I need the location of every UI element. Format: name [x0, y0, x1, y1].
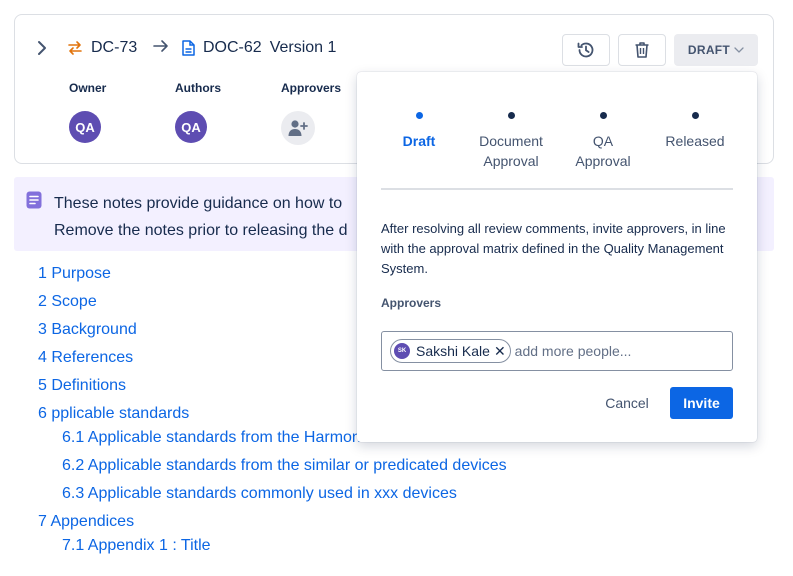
swap-icon — [67, 40, 83, 56]
chip-name: Sakshi Kale — [416, 343, 490, 359]
change-request-link[interactable]: DC-73 — [67, 39, 137, 57]
step-draft[interactable]: Draft — [373, 112, 465, 151]
history-button[interactable] — [562, 34, 610, 66]
add-approver-button[interactable] — [281, 111, 315, 145]
author-avatar[interactable]: QA — [175, 111, 207, 143]
step-dot — [599, 112, 607, 119]
toc-link-common-standards[interactable]: 6.3 Applicable standards commonly used i… — [62, 485, 457, 503]
steps-divider — [381, 188, 733, 190]
toc-link-predicated-devices[interactable]: 6.2 Applicable standards from the simila… — [62, 457, 507, 475]
document-link[interactable]: DOC-62 Version 1 — [181, 39, 336, 57]
step-dot — [415, 112, 423, 119]
cancel-button[interactable]: Cancel — [593, 387, 661, 419]
note-line-2: Remove the notes prior to releasing the … — [54, 222, 348, 239]
document-icon — [181, 40, 195, 56]
approvers-picker[interactable]: SK Sakshi Kale ✕ — [381, 331, 733, 371]
toc-link-background[interactable]: 3 Background — [38, 321, 137, 339]
toc-link-applicable-standards[interactable]: 6 pplicable standards — [38, 405, 189, 423]
chevron-down-icon — [734, 47, 744, 53]
toc-link-scope[interactable]: 2 Scope — [38, 293, 97, 311]
close-icon[interactable]: ✕ — [494, 344, 506, 358]
history-icon — [577, 42, 594, 58]
step-qa-approval[interactable]: QA Approval — [557, 112, 649, 171]
toc-link-appendix-1[interactable]: 7.1 Appendix 1 : Title — [62, 537, 211, 555]
add-person-icon — [288, 120, 308, 136]
owner-label: Owner — [69, 81, 107, 95]
step-label: Draft — [402, 133, 436, 149]
invite-instructions: After resolving all review comments, inv… — [381, 221, 726, 276]
expand-toggle-button[interactable] — [35, 39, 49, 57]
step-dot — [691, 112, 699, 119]
chip-avatar: SK — [394, 343, 410, 359]
note-text: These notes provide guidance on how to R… — [54, 190, 348, 244]
approvers-label: Approvers — [281, 81, 342, 95]
toc-link-definitions[interactable]: 5 Definitions — [38, 377, 126, 395]
document-id: DOC-62 — [203, 39, 262, 56]
authors-label: Authors — [175, 81, 221, 95]
status-label: DRAFT — [687, 43, 731, 57]
step-released[interactable]: Released — [649, 112, 741, 151]
toc-link-purpose[interactable]: 1 Purpose — [38, 265, 111, 283]
toc-link-appendices[interactable]: 7 Appendices — [38, 513, 134, 531]
toc-link-references[interactable]: 4 References — [38, 349, 133, 367]
invite-button[interactable]: Invite — [670, 387, 733, 419]
status-dropdown[interactable]: DRAFT — [674, 34, 758, 66]
arrow-right-icon — [153, 39, 169, 53]
step-document-approval[interactable]: Document Approval — [465, 112, 557, 171]
add-people-input[interactable] — [514, 343, 715, 359]
step-label: QA Approval — [575, 133, 631, 169]
note-line-1: These notes provide guidance on how to — [54, 195, 343, 212]
invite-approvers-popup: Draft Document Approval QA Approval Rele… — [357, 72, 757, 442]
step-label: Document Approval — [479, 133, 543, 169]
trash-icon — [635, 42, 649, 58]
step-label: Released — [665, 133, 725, 149]
approvers-field-label: Approvers — [381, 296, 442, 310]
owner-avatar[interactable]: QA — [69, 111, 101, 143]
document-version: Version 1 — [269, 39, 337, 56]
approver-chip: SK Sakshi Kale ✕ — [390, 339, 511, 363]
step-dot — [507, 112, 515, 119]
change-request-id: DC-73 — [91, 39, 138, 56]
chevron-right-icon — [38, 41, 46, 55]
delete-button[interactable] — [618, 34, 666, 66]
note-icon — [26, 191, 42, 214]
